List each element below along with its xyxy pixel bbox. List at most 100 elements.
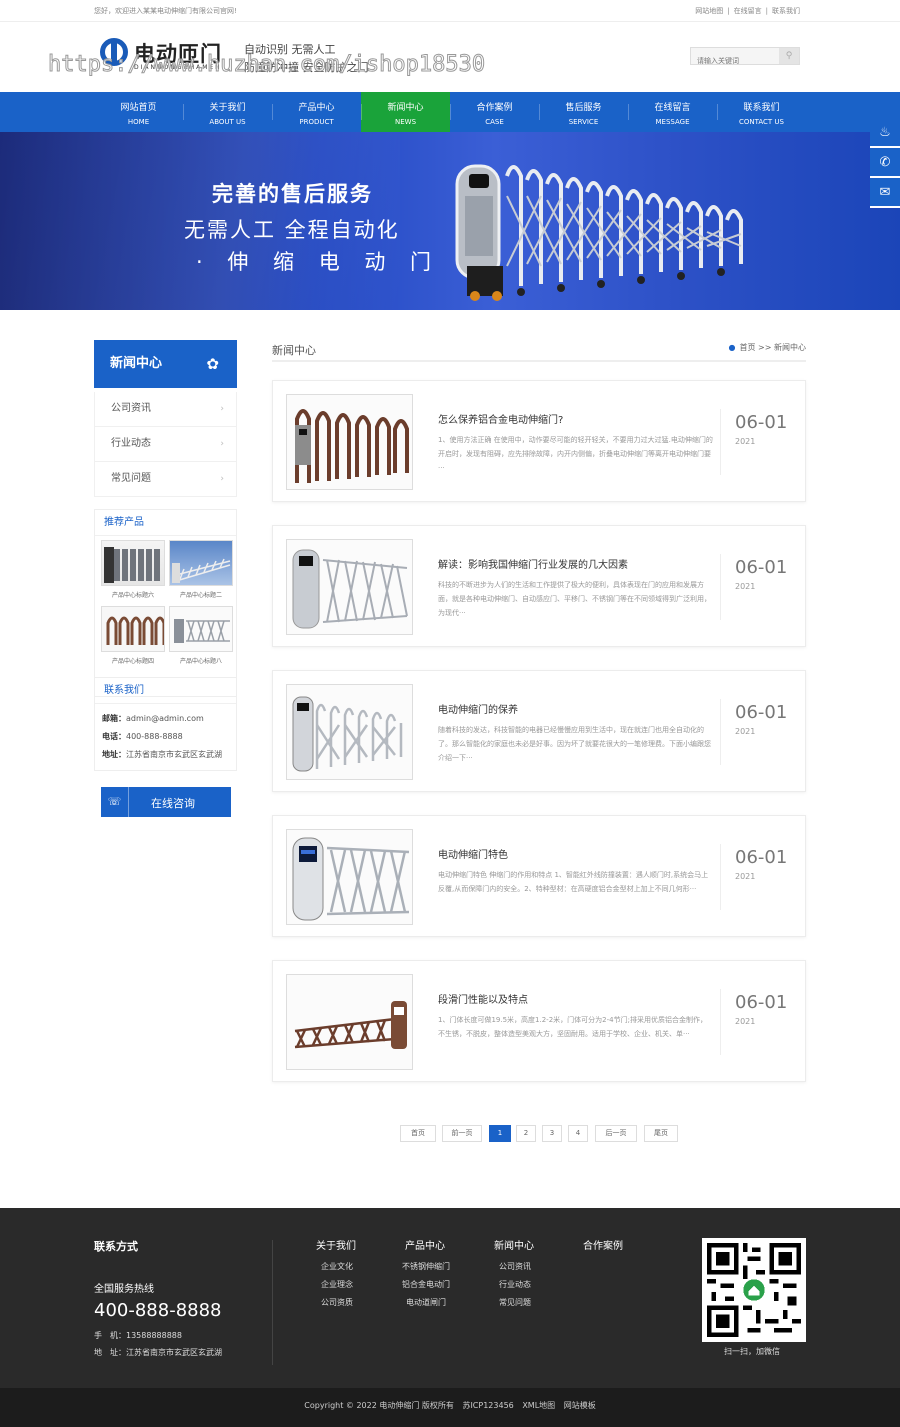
nav-sublabel: CASE bbox=[485, 118, 504, 126]
news-title[interactable]: 电动伸缩门特色 bbox=[438, 846, 508, 861]
footer-link[interactable]: 行业动态 bbox=[499, 1279, 531, 1290]
sidebar-item-faq[interactable]: 常见问题 › bbox=[94, 462, 237, 497]
phone-value: 400-888-8888 bbox=[126, 732, 183, 741]
xml-sitemap-link[interactable]: XML地图 bbox=[522, 1401, 555, 1410]
sidebar-item-industry-news[interactable]: 行业动态 › bbox=[94, 427, 237, 462]
contact-link[interactable]: 联系我们 bbox=[772, 7, 800, 15]
grid-icon: ✿ bbox=[206, 355, 219, 373]
page-last[interactable]: 尾页 bbox=[644, 1125, 678, 1142]
nav-item-news[interactable]: 新闻中心 NEWS bbox=[361, 92, 450, 132]
product-image[interactable] bbox=[169, 540, 233, 586]
footer-col-title[interactable]: 产品中心 bbox=[405, 1237, 445, 1252]
product-caption[interactable]: 产品中心标题四 bbox=[101, 656, 165, 665]
recommend-title: 推荐产品 bbox=[95, 510, 236, 536]
page-number[interactable]: 4 bbox=[568, 1125, 588, 1142]
product-caption[interactable]: 产品中心标题六 bbox=[101, 590, 165, 599]
product-image[interactable] bbox=[101, 540, 165, 586]
footer-col-title[interactable]: 新闻中心 bbox=[494, 1237, 534, 1252]
footer-link[interactable]: 公司资质 bbox=[321, 1297, 353, 1308]
address-value: 江苏省南京市玄武区玄武湖 bbox=[126, 1348, 222, 1357]
contact-phone-row: 电话：400-888-8888 bbox=[102, 728, 230, 746]
news-divider bbox=[720, 989, 721, 1055]
product-image[interactable] bbox=[101, 606, 165, 652]
footer-link[interactable]: 企业理念 bbox=[321, 1279, 353, 1290]
mobile-value: 13588888888 bbox=[126, 1331, 182, 1340]
footer-link[interactable]: 企业文化 bbox=[321, 1261, 353, 1272]
sitemap-link[interactable]: 网站地图 bbox=[695, 7, 723, 15]
footer-link[interactable]: 电动道闸门 bbox=[406, 1297, 446, 1308]
news-title[interactable]: 怎么保养铝合金电动伸缩门? bbox=[438, 411, 563, 426]
chevron-right-icon: › bbox=[220, 474, 224, 484]
nav-separator bbox=[628, 104, 629, 120]
search-icon[interactable]: ⚲ bbox=[779, 48, 799, 64]
nav-item-product[interactable]: 产品中心 PRODUCT bbox=[272, 92, 361, 132]
footer-contact-title: 联系方式 bbox=[94, 1240, 138, 1253]
news-item[interactable]: 电动伸缩门特色 电动伸缩门特色 伸缩门的作用和特点 1、智能红外线防撞装置：遇人顺… bbox=[272, 815, 806, 937]
news-item[interactable]: 解读：影响我国伸缩门行业发展的几大因素科技的不断进步为人们的生活和工作提供了极大… bbox=[272, 525, 806, 647]
main-content: 新闻中心 ● 首页 >> 新闻中心 bbox=[272, 332, 806, 362]
online-consult-button[interactable]: ☏ 在线咨询 bbox=[101, 787, 231, 817]
page-number[interactable]: 3 bbox=[542, 1125, 562, 1142]
footer-link[interactable]: 不锈钢伸缩门 bbox=[402, 1261, 450, 1272]
news-title[interactable]: 段滑门性能以及特点 bbox=[438, 991, 528, 1006]
footer: 联系方式 全国服务热线 400-888-8888 手 机：13588888888… bbox=[0, 1208, 900, 1388]
product-image[interactable] bbox=[169, 606, 233, 652]
page-first[interactable]: 首页 bbox=[400, 1125, 436, 1142]
bell-icon[interactable]: ♨ bbox=[870, 118, 900, 148]
nav-item-about-us[interactable]: 关于我们 ABOUT US bbox=[183, 92, 272, 132]
footer-link[interactable]: 公司资讯 bbox=[499, 1261, 531, 1272]
top-links: 网站地图 | 在线留言 | 联系我们 bbox=[693, 6, 802, 16]
message-link[interactable]: 在线留言 bbox=[734, 7, 762, 15]
page-next[interactable]: 后一页 bbox=[595, 1125, 637, 1142]
sidebar-item-company-news[interactable]: 公司资讯 › bbox=[94, 392, 237, 427]
nav-separator bbox=[717, 104, 718, 120]
page-prev[interactable]: 前一页 bbox=[442, 1125, 482, 1142]
breadcrumb-text[interactable]: 首页 >> 新闻中心 bbox=[740, 343, 807, 352]
footer-col-title[interactable]: 关于我们 bbox=[316, 1237, 356, 1252]
footer-col-title[interactable]: 合作案例 bbox=[583, 1237, 623, 1252]
category-label: 行业动态 bbox=[111, 438, 151, 449]
product-card[interactable]: 产品中心标题六 bbox=[101, 540, 165, 599]
nav-label: 联系我们 bbox=[743, 103, 780, 113]
main-nav: 网站首页 HOME 关于我们 ABOUT US 产品中心 PRODUCT 新闻中心 NEWS 合… bbox=[0, 92, 900, 132]
news-title[interactable]: 电动伸缩门的保养 bbox=[438, 701, 518, 716]
news-thumbnail[interactable] bbox=[286, 394, 413, 490]
footer-link[interactable]: 常见问题 bbox=[499, 1297, 531, 1308]
sidebar-title-text: 新闻中心 bbox=[110, 356, 163, 371]
news-item[interactable]: 段滑门性能以及特点 1、门体长度可做19.5米，高度1.2-2米，门体可分为2-4… bbox=[272, 960, 806, 1082]
nav-sublabel: MESSAGE bbox=[655, 118, 690, 126]
news-item[interactable]: 怎么保养铝合金电动伸缩门? 1、使用方法正确 在使用中，动作要尽可能的轻开轻关，不… bbox=[272, 380, 806, 502]
news-thumbnail[interactable] bbox=[286, 539, 413, 635]
news-summary: 1、使用方法正确 在使用中，动作要尽可能的轻开轻关，不要用力过大过猛.电动伸缩门… bbox=[438, 436, 713, 472]
product-caption[interactable]: 产品中心标题八 bbox=[169, 656, 233, 665]
news-summary: 科技的不断进步为人们的生活和工作提供了极大的便利，具体表现在门的应用和发展方面，… bbox=[438, 581, 711, 617]
phone-label: 电话： bbox=[102, 732, 126, 741]
template-link[interactable]: 网站模板 bbox=[564, 1401, 596, 1410]
news-thumbnail[interactable] bbox=[286, 974, 413, 1070]
news-item[interactable]: 电动伸缩门的保养 随着科技的发达，科技智能的电器已经慢慢应用到生活中，现在就连门也… bbox=[272, 670, 806, 792]
nav-item-contact-us[interactable]: 联系我们 CONTACT US bbox=[717, 92, 806, 132]
nav-item-case[interactable]: 合作案例 CASE bbox=[450, 92, 539, 132]
nav-item-message[interactable]: 在线留言 MESSAGE bbox=[628, 92, 717, 132]
product-card[interactable]: 产品中心标题二 bbox=[169, 540, 233, 599]
nav-label: 售后服务 bbox=[565, 103, 602, 113]
news-thumbnail[interactable] bbox=[286, 684, 413, 780]
nav-separator bbox=[272, 104, 273, 120]
icp-link[interactable]: 苏ICP123456 bbox=[462, 1401, 513, 1410]
chat-icon[interactable]: ✉ bbox=[870, 178, 900, 208]
news-title[interactable]: 解读：影响我国伸缩门行业发展的几大因素 bbox=[438, 556, 628, 571]
footer-link[interactable]: 铝合金电动门 bbox=[402, 1279, 450, 1290]
nav-item-home[interactable]: 网站首页 HOME bbox=[94, 92, 183, 132]
product-card[interactable]: 产品中心标题四 bbox=[101, 606, 165, 665]
nav-separator bbox=[539, 104, 540, 120]
phone-icon[interactable]: ✆ bbox=[870, 148, 900, 178]
news-thumbnail[interactable] bbox=[286, 829, 413, 925]
page-number-current[interactable]: 1 bbox=[489, 1125, 511, 1142]
hero-banner: 完善的售后服务 无需人工 全程自动化 · 伸 缩 电 动 门 · bbox=[0, 132, 900, 310]
product-card[interactable]: 产品中心标题八 bbox=[169, 606, 233, 665]
search-input[interactable] bbox=[691, 53, 779, 69]
nav-item-service[interactable]: 售后服务 SERVICE bbox=[539, 92, 628, 132]
news-date: 06-01 bbox=[735, 412, 788, 433]
product-caption[interactable]: 产品中心标题二 bbox=[169, 590, 233, 599]
page-number[interactable]: 2 bbox=[516, 1125, 536, 1142]
